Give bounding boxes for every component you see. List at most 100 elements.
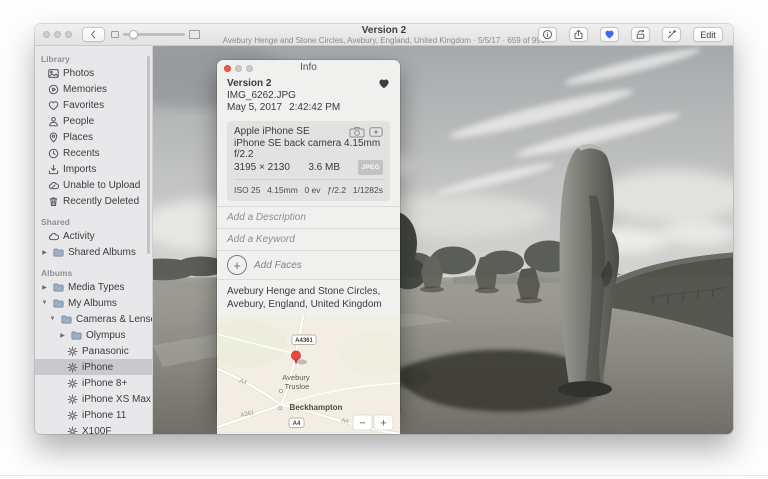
rotate-icon <box>635 29 646 40</box>
map-zoom-in-button[interactable]: + <box>373 414 394 431</box>
minimize-button[interactable] <box>54 31 61 38</box>
cloud-icon <box>48 231 59 242</box>
chevron-down-icon[interactable]: ▼ <box>48 316 57 322</box>
sidebar-item-olympus[interactable]: ▶ Olympus <box>35 327 152 343</box>
sidebar-section-shared: Shared <box>41 217 70 227</box>
sidebar-item-cameras-lenses[interactable]: ▼ Cameras & Lenses <box>35 311 152 327</box>
sidebar-section-library: Library <box>41 54 70 64</box>
sidebar-item-panasonic[interactable]: Panasonic <box>35 343 152 359</box>
filename: IMG_6262.JPG <box>227 90 296 101</box>
shutter-speed: 1/1282s <box>352 185 383 195</box>
svg-text:A4: A4 <box>293 421 301 427</box>
chevron-down-icon[interactable]: ▼ <box>40 300 49 306</box>
gear-icon <box>67 346 78 357</box>
folder-icon <box>61 314 72 325</box>
info-panel-window-controls <box>224 65 253 72</box>
route-badge-a4: A4 <box>288 417 305 428</box>
map-zoom-out-button[interactable]: − <box>352 414 373 431</box>
close-button[interactable] <box>224 65 231 72</box>
zoom-button[interactable] <box>65 31 72 38</box>
share-button[interactable] <box>569 27 588 42</box>
plus-icon: + <box>227 255 247 275</box>
sidebar-item-media-types[interactable]: ▶ Media Types <box>35 279 152 295</box>
photos-icon <box>48 68 59 79</box>
place-label-beckhampton: Beckhampton <box>290 403 343 412</box>
description-field[interactable]: Add a Description <box>217 206 400 228</box>
location-text: Avebury Henge and Stone Circles, Avebury… <box>217 279 400 316</box>
zoom-slider-knob[interactable] <box>129 29 138 39</box>
sidebar-item-iphone-xs-max[interactable]: iPhone XS Max <box>35 391 152 407</box>
sidebar-item-places[interactable]: Places <box>35 129 152 145</box>
folder-icon <box>71 330 82 341</box>
close-button[interactable] <box>43 31 50 38</box>
chevron-right-icon[interactable]: ▶ <box>58 332 67 339</box>
svg-text:A4361: A4361 <box>295 338 313 344</box>
favorite-button[interactable] <box>600 27 619 42</box>
chevron-right-icon[interactable]: ▶ <box>40 249 49 256</box>
heart-icon <box>605 30 614 39</box>
magic-wand-icon <box>666 29 677 40</box>
aperture-value: ƒ/2.2 <box>327 185 347 195</box>
photos-app-window: Version 2 Avebury Henge and Stone Circle… <box>35 24 733 434</box>
sidebar-item-activity[interactable]: Activity <box>35 228 152 244</box>
sidebar-item-recently-deleted[interactable]: Recently Deleted <box>35 193 152 209</box>
window-controls <box>43 31 72 38</box>
sidebar-item-iphone-11[interactable]: iPhone 11 <box>35 407 152 423</box>
thumbnail-zoom-slider[interactable] <box>111 27 200 42</box>
add-faces-button[interactable]: + Add Faces <box>217 250 400 279</box>
back-button[interactable] <box>82 27 105 42</box>
sidebar-section-albums: Albums <box>41 268 73 278</box>
gear-icon <box>67 394 78 405</box>
clock-icon <box>48 148 59 159</box>
window-titlebar[interactable]: Version 2 Avebury Henge and Stone Circle… <box>35 24 733 46</box>
live-photo-badge-icon <box>369 126 383 137</box>
info-panel-titlebar[interactable]: Info <box>217 60 400 76</box>
folder-icon <box>53 298 64 309</box>
svg-text:+: + <box>380 418 386 430</box>
photo-view: Info Version 2 IMG_6262.JPG May 5, 2017 2… <box>153 46 733 434</box>
sidebar-item-photos[interactable]: Photos <box>35 65 152 81</box>
chevron-right-icon[interactable]: ▶ <box>40 284 49 291</box>
edit-button[interactable]: Edit <box>693 27 723 42</box>
capture-datetime: May 5, 2017 2:42:42 PM <box>227 102 341 113</box>
person-icon <box>48 116 59 127</box>
sidebar-item-people[interactable]: People <box>35 113 152 129</box>
zoom-slider-track[interactable] <box>123 29 185 39</box>
pixel-dimensions: 3195 × 2130 <box>234 162 290 173</box>
sidebar-item-iphone-8plus[interactable]: iPhone 8+ <box>35 375 152 391</box>
gear-icon <box>67 362 78 373</box>
photo-metadata-header: Version 2 IMG_6262.JPG May 5, 2017 2:42:4… <box>217 76 400 117</box>
cloud-error-icon <box>48 180 59 191</box>
info-button[interactable] <box>538 27 557 42</box>
location-map[interactable]: A4 A361 A4 A4361 A4 Avebury Trusloe Beck… <box>217 316 400 434</box>
zoom-button[interactable] <box>246 65 253 72</box>
sidebar-item-imports[interactable]: Imports <box>35 161 152 177</box>
minimize-button[interactable] <box>235 65 242 72</box>
gear-icon <box>67 426 78 435</box>
toolbar-actions: Edit <box>538 27 723 42</box>
rotate-button[interactable] <box>631 27 650 42</box>
sidebar-item-shared-albums[interactable]: ▶ Shared Albums <box>35 244 152 260</box>
place-label-avebury: Avebury <box>282 373 310 382</box>
favorite-heart-icon[interactable] <box>378 78 390 89</box>
sidebar-item-unable-to-upload[interactable]: Unable to Upload <box>35 177 152 193</box>
camera-model: Apple iPhone SE <box>234 126 310 137</box>
focal-length: 4.15mm <box>267 185 298 195</box>
gear-icon <box>67 410 78 421</box>
auto-enhance-button[interactable] <box>662 27 681 42</box>
import-tray-icon <box>48 164 59 175</box>
chevron-left-icon <box>91 30 96 39</box>
sidebar-scrollbar[interactable] <box>147 56 150 254</box>
sidebar-item-iphone[interactable]: iPhone <box>35 359 152 375</box>
small-thumbnail-icon <box>111 31 119 38</box>
format-badge: JPEG <box>358 160 383 175</box>
sidebar-item-recents[interactable]: Recents <box>35 145 152 161</box>
heart-icon <box>48 100 59 111</box>
sidebar-item-my-albums[interactable]: ▼ My Albums <box>35 295 152 311</box>
sidebar-item-x100f[interactable]: X100F <box>35 423 152 434</box>
info-panel: Info Version 2 IMG_6262.JPG May 5, 2017 2… <box>217 60 400 434</box>
keyword-field[interactable]: Add a Keyword <box>217 228 400 250</box>
sidebar-item-memories[interactable]: Memories <box>35 81 152 97</box>
info-icon <box>542 29 553 40</box>
sidebar-item-favorites[interactable]: Favorites <box>35 97 152 113</box>
